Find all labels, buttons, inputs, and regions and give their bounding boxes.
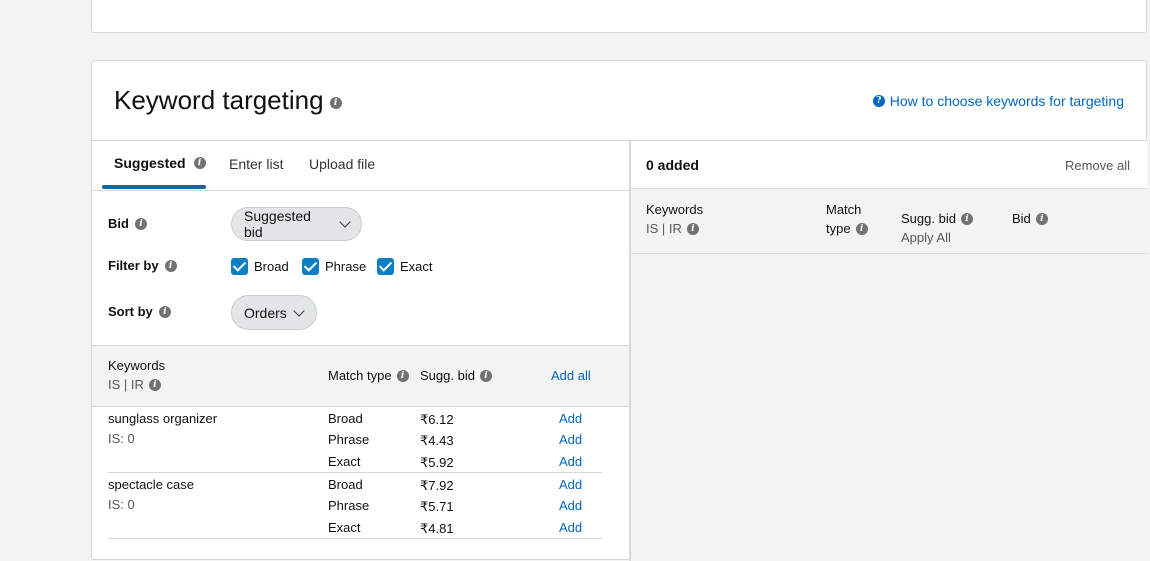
- info-icon[interactable]: i: [329, 96, 342, 109]
- panel-divider: [629, 141, 630, 561]
- info-icon[interactable]: i: [479, 369, 492, 382]
- filter-phrase[interactable]: Phrase: [302, 258, 366, 275]
- right-col-match-type-1: Match: [826, 202, 862, 217]
- col-keywords: Keywords: [108, 358, 166, 373]
- right-col-keywords: Keywords: [646, 202, 704, 217]
- bid-dropdown-value: Suggested bid: [244, 208, 311, 240]
- apply-all-button[interactable]: Apply All: [901, 230, 951, 245]
- sugg-bid-label: Sugg. bid: [901, 211, 956, 226]
- info-icon[interactable]: i: [855, 222, 868, 235]
- right-col-match-type-2: type i: [826, 221, 868, 236]
- row-divider: [108, 538, 602, 539]
- suggested-bid: ₹6.12: [420, 412, 454, 427]
- help-link-text: How to choose keywords for targeting: [889, 93, 1124, 109]
- tab-suggested-label: Suggested: [114, 155, 186, 171]
- previous-section-card: [91, 0, 1147, 33]
- broad-checkbox[interactable]: [231, 258, 248, 275]
- added-count: 0 added: [646, 157, 699, 173]
- right-col-sugg-bid: Sugg. bid i: [901, 211, 973, 226]
- help-icon: ?: [872, 95, 885, 107]
- tabs-divider: [92, 190, 630, 191]
- sugg-bid-label: Sugg. bid: [420, 368, 475, 383]
- is-ir-label: IS | IR: [108, 377, 144, 392]
- info-icon[interactable]: i: [193, 157, 206, 169]
- col-match-type: Match type i: [328, 368, 409, 383]
- bid-label: Bid: [1012, 211, 1031, 226]
- info-icon[interactable]: i: [148, 378, 161, 391]
- add-button[interactable]: Add: [559, 432, 582, 447]
- right-col-bid: Bid i: [1012, 211, 1048, 226]
- phrase-label: Phrase: [325, 259, 367, 274]
- sort-dropdown[interactable]: Orders: [231, 295, 317, 330]
- match-type: Exact: [328, 520, 361, 535]
- info-icon[interactable]: i: [134, 217, 147, 230]
- right-col-keywords-sub: IS | IR i: [646, 221, 699, 236]
- info-icon[interactable]: i: [960, 212, 973, 225]
- bid-label: Bid i: [108, 216, 147, 231]
- is-ir-label: IS | IR: [646, 221, 682, 236]
- suggested-bid: ₹7.92: [420, 478, 454, 493]
- match-type: Broad: [328, 411, 363, 426]
- match-type: Phrase: [328, 498, 370, 513]
- add-button[interactable]: Add: [559, 411, 582, 426]
- suggested-bid: ₹5.71: [420, 499, 454, 514]
- section-title: Keyword targeting: [114, 85, 324, 115]
- section-header: Keyword targeting i: [114, 85, 342, 116]
- filter-exact[interactable]: Exact: [377, 258, 433, 275]
- col-sugg-bid: Sugg. bid i: [420, 368, 492, 383]
- keyword-text: spectacle case: [108, 477, 194, 492]
- info-icon[interactable]: i: [1035, 212, 1048, 225]
- filter-label-text: Filter by: [108, 258, 159, 273]
- row-divider: [108, 472, 602, 473]
- sort-label-text: Sort by: [108, 304, 153, 319]
- impression-share: IS: 0: [108, 431, 135, 446]
- sort-label: Sort by i: [108, 304, 171, 319]
- broad-label: Broad: [254, 259, 289, 274]
- help-link[interactable]: ? How to choose keywords for targeting: [872, 93, 1124, 109]
- filter-broad[interactable]: Broad: [231, 258, 289, 275]
- tab-suggested[interactable]: Suggested i: [114, 155, 206, 171]
- match-type: Exact: [328, 454, 361, 469]
- match-type-label: Match type: [328, 368, 392, 383]
- info-icon[interactable]: i: [686, 222, 699, 235]
- add-button[interactable]: Add: [559, 498, 582, 513]
- info-icon[interactable]: i: [158, 305, 171, 318]
- bid-label-text: Bid: [108, 216, 129, 231]
- right-table-header: [631, 189, 1147, 254]
- add-button[interactable]: Add: [559, 454, 582, 469]
- tab-active-underline: [102, 185, 206, 189]
- col-keywords-sub: IS | IR i: [108, 377, 161, 392]
- suggested-bid: ₹5.92: [420, 455, 454, 470]
- add-button[interactable]: Add: [559, 520, 582, 535]
- chevron-down-icon: [339, 216, 351, 228]
- sort-dropdown-value: Orders: [244, 304, 287, 321]
- chevron-down-icon: [293, 304, 305, 317]
- match-type-label: type: [826, 221, 851, 236]
- remove-all-button[interactable]: Remove all: [1065, 158, 1130, 173]
- info-icon[interactable]: i: [396, 369, 409, 382]
- add-button[interactable]: Add: [559, 477, 582, 492]
- filter-label: Filter by i: [108, 258, 177, 273]
- exact-checkbox[interactable]: [377, 258, 394, 275]
- bid-dropdown[interactable]: Suggested bid: [231, 207, 362, 241]
- match-type: Phrase: [328, 432, 370, 447]
- keyword-targeting-card: Keyword targeting i ? How to choose keyw…: [91, 60, 1147, 561]
- suggested-bid: ₹4.81: [420, 521, 454, 536]
- suggested-bid: ₹4.43: [420, 433, 454, 448]
- match-type: Broad: [328, 477, 363, 492]
- add-all-link[interactable]: Add all: [551, 368, 591, 383]
- info-icon[interactable]: i: [164, 259, 177, 272]
- keyword-text: sunglass organizer: [108, 411, 218, 426]
- phrase-checkbox[interactable]: [302, 258, 319, 275]
- exact-label: Exact: [400, 259, 433, 274]
- tab-enter-list[interactable]: Enter list: [229, 156, 283, 172]
- tab-upload-file[interactable]: Upload file: [309, 156, 375, 172]
- impression-share: IS: 0: [108, 497, 135, 512]
